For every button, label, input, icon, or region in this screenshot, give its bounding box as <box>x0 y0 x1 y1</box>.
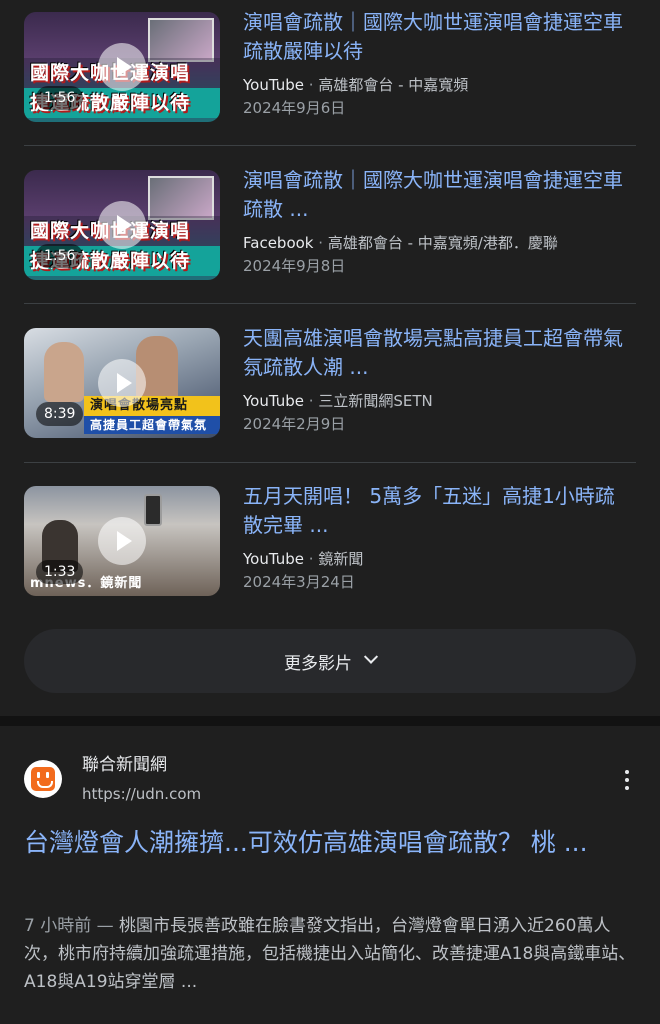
divider <box>24 462 636 463</box>
video-duration: 1:33 <box>36 560 84 584</box>
site-url[interactable]: https://udn.com <box>82 783 201 805</box>
video-platform: YouTube <box>243 550 304 568</box>
divider <box>24 303 636 304</box>
video-source: Facebook · 高雄都會台 - 中嘉寬頻/港都．慶聯 <box>243 232 633 254</box>
video-date: 2024年2月9日 <box>243 415 346 433</box>
video-date: 2024年9月8日 <box>243 257 346 275</box>
video-duration: 1:56 <box>36 86 84 110</box>
video-thumbnail[interactable]: 國際大咖世運演唱 捷運疏散嚴陣以待 1:56 <box>24 170 220 280</box>
separator: · <box>308 550 314 568</box>
video-platform: Facebook <box>243 234 314 252</box>
separator: — <box>91 916 120 936</box>
more-videos-label: 更多影片 <box>284 653 352 674</box>
separator: · <box>318 234 324 252</box>
video-item[interactable]: 演唱會散場亮點 高捷員工超會帶氣氛 8:39 天團高雄演唱會散場亮點高捷員工超會… <box>24 316 636 474</box>
more-vert-icon[interactable] <box>618 768 636 792</box>
video-thumbnail[interactable]: 國際大咖世運演唱 捷運疏散嚴陣以待 1:56 <box>24 12 220 122</box>
video-duration: 1:56 <box>36 244 84 268</box>
chevron-down-icon <box>363 649 379 664</box>
video-channel: 鏡新聞 <box>318 550 364 568</box>
video-title[interactable]: 五月天開唱！ 5萬多「五迷」高捷1小時疏散完畢 ... <box>243 482 633 540</box>
separator: · <box>308 392 314 410</box>
video-source: YouTube · 三立新聞網SETN <box>243 390 633 412</box>
result-title[interactable]: 台灣燈會人潮擁擠...可效仿高雄演唱會疏散？ 桃 ... <box>24 825 636 861</box>
divider <box>24 145 636 146</box>
video-duration: 8:39 <box>36 402 84 426</box>
play-icon[interactable] <box>98 359 146 407</box>
result-snippet: 7 小時前 — 桃園市長張善政雖在臉書發文指出，台灣燈會單日湧入近260萬人次，… <box>24 912 636 996</box>
video-thumbnail[interactable]: mnews．鏡新聞 1:33 <box>24 486 220 596</box>
more-videos-button[interactable]: 更多影片 <box>24 629 636 693</box>
video-source: YouTube · 高雄都會台 - 中嘉寬頻 <box>243 74 633 96</box>
video-thumbnail[interactable]: 演唱會散場亮點 高捷員工超會帶氣氛 8:39 <box>24 328 220 438</box>
video-platform: YouTube <box>243 76 304 94</box>
person-image <box>44 342 84 402</box>
video-platform: YouTube <box>243 392 304 410</box>
phone-image <box>144 494 162 526</box>
thumbnail-caption: 高捷員工超會帶氣氛 <box>84 416 220 434</box>
video-title[interactable]: 天團高雄演唱會散場亮點高捷員工超會帶氣氛疏散人潮 ... <box>243 324 633 382</box>
separator: · <box>308 76 314 94</box>
play-icon[interactable] <box>98 43 146 91</box>
result-time: 7 小時前 <box>24 916 92 936</box>
video-item[interactable]: 國際大咖世運演唱 捷運疏散嚴陣以待 1:56 演唱會疏散｜國際大咖世運演唱會捷運… <box>24 158 636 316</box>
play-icon[interactable] <box>98 201 146 249</box>
video-title[interactable]: 演唱會疏散｜國際大咖世運演唱會捷運空車疏散 ... <box>243 166 633 224</box>
video-channel: 高雄都會台 - 中嘉寬頻 <box>318 76 469 94</box>
video-date: 2024年3月24日 <box>243 573 355 591</box>
video-date: 2024年9月6日 <box>243 99 346 117</box>
inset-image <box>148 18 214 62</box>
video-item[interactable]: mnews．鏡新聞 1:33 五月天開唱！ 5萬多「五迷」高捷1小時疏散完畢 .… <box>24 474 636 632</box>
video-channel: 三立新聞網SETN <box>318 392 433 410</box>
search-result: 聯合新聞網 https://udn.com 台灣燈會人潮擁擠...可效仿高雄演唱… <box>0 726 660 1024</box>
site-favicon[interactable] <box>24 760 62 798</box>
site-name[interactable]: 聯合新聞網 <box>82 753 167 777</box>
video-channel: 高雄都會台 - 中嘉寬頻/港都．慶聯 <box>327 234 558 252</box>
play-icon[interactable] <box>98 517 146 565</box>
video-source: YouTube · 鏡新聞 <box>243 548 633 570</box>
inset-image <box>148 176 214 220</box>
udn-logo-icon <box>31 767 55 791</box>
video-item[interactable]: 國際大咖世運演唱 捷運疏散嚴陣以待 1:56 演唱會疏散｜國際大咖世運演唱會捷運… <box>24 0 636 158</box>
video-title[interactable]: 演唱會疏散｜國際大咖世運演唱會捷運空車疏散嚴陣以待 <box>243 8 633 66</box>
section-divider <box>0 716 660 726</box>
